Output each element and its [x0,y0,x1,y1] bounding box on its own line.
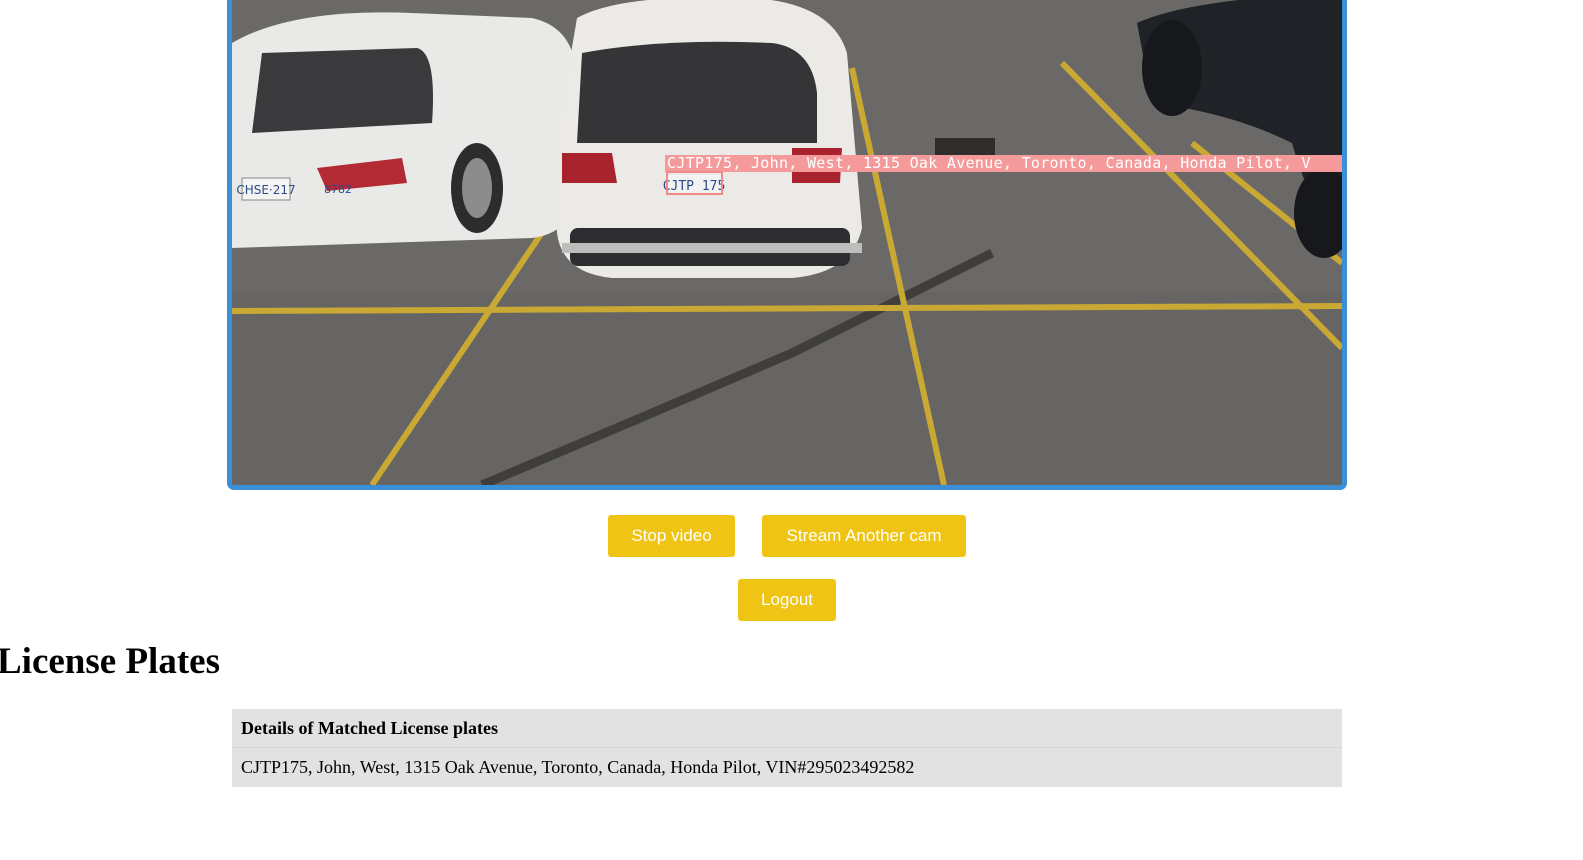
table-row: CJTP175, John, West, 1315 Oak Avenue, To… [232,748,1342,788]
plate-detection-label: CJTP175, John, West, 1315 Oak Avenue, To… [665,155,1342,172]
left-car: CHSE·217 8782 [232,12,577,248]
parking-lot-video-frame: CHSE·217 8782 CJTP 175 [232,0,1342,485]
video-stream: CHSE·217 8782 CJTP 175 CJTP175, John, We… [227,0,1347,490]
license-plates-heading: License Plates [0,641,220,682]
page: CHSE·217 8782 CJTP 175 CJTP175, John, We… [0,0,1583,860]
svg-text:CHSE·217: CHSE·217 [236,183,295,197]
table-cell: CJTP175, John, West, 1315 Oak Avenue, To… [241,757,915,777]
svg-text:8782: 8782 [324,183,352,196]
logout-button[interactable]: Logout [738,579,836,621]
center-suv [554,0,862,278]
stream-another-cam-button[interactable]: Stream Another cam [762,515,966,557]
table-header: Details of Matched License plates [232,709,1342,748]
matched-plates-table: Details of Matched License plates CJTP17… [232,709,1342,787]
plate-detection-box [666,171,723,195]
table-header-row: Details of Matched License plates [232,709,1342,748]
stop-video-button[interactable]: Stop video [608,515,735,557]
